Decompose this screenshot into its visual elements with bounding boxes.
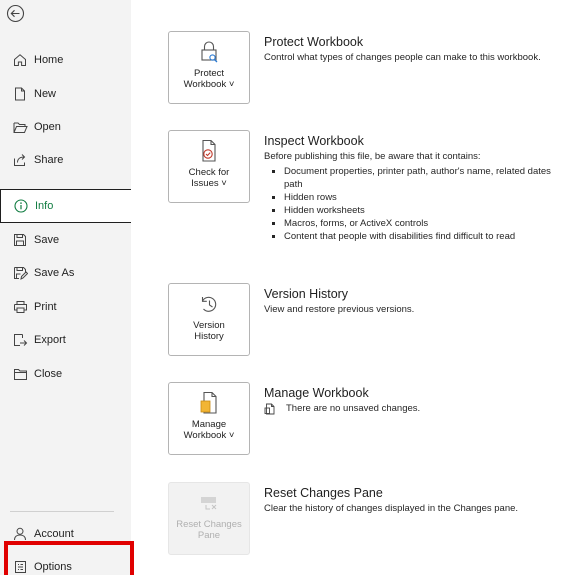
- section-description: View and restore previous versions.: [264, 304, 415, 315]
- backstage-sidebar: Home New Open Share Info Save Save As Pr…: [0, 0, 131, 575]
- tile-label: History: [194, 331, 224, 342]
- export-icon: [12, 332, 28, 348]
- section-title: Protect Workbook: [264, 35, 364, 49]
- back-arrow-icon: [6, 4, 25, 23]
- document-status-icon: [264, 403, 275, 415]
- back-button[interactable]: [6, 4, 25, 23]
- sidebar-item-label: Share: [34, 154, 64, 166]
- sidebar-item-label: Options: [34, 561, 72, 573]
- history-icon: [197, 291, 221, 317]
- list-item: Hidden rows: [264, 191, 563, 204]
- sidebar-item-label: Print: [34, 301, 57, 313]
- sidebar-item-label: Export: [34, 334, 66, 346]
- check-for-issues-button[interactable]: Check for Issues ˅: [168, 130, 250, 203]
- list-item: Macros, forms, or ActiveX controls: [264, 217, 563, 230]
- section-description: Control what types of changes people can…: [264, 52, 541, 63]
- sidebar-item-info[interactable]: Info: [0, 189, 131, 223]
- section-description: Clear the history of changes displayed i…: [264, 503, 519, 514]
- sidebar-item-label: Info: [35, 200, 54, 212]
- sidebar-item-label: New: [34, 88, 57, 100]
- options-icon: [12, 559, 28, 575]
- sidebar-item-label: Open: [34, 121, 61, 133]
- lock-icon: [197, 39, 221, 65]
- version-history-button[interactable]: Version History: [168, 283, 250, 356]
- info-icon: [13, 198, 29, 214]
- reset-pane-icon: [197, 490, 221, 516]
- tile-label: Pane: [197, 530, 221, 541]
- sidebar-item-account[interactable]: Account: [0, 517, 131, 551]
- sidebar-item-new[interactable]: New: [0, 77, 131, 111]
- list-item: Document properties, printer path, autho…: [264, 165, 563, 191]
- save-icon: [12, 232, 28, 248]
- sidebar-item-close[interactable]: Close: [0, 357, 131, 391]
- manage-workbook-text: Manage Workbook There are no unsaved cha…: [264, 386, 563, 415]
- folder-open-icon: [12, 119, 28, 135]
- sidebar-divider: [10, 511, 114, 512]
- section-title: Reset Changes Pane: [264, 486, 383, 500]
- person-icon: [12, 526, 28, 542]
- protect-workbook-button[interactable]: Protect Workbook ˅: [168, 31, 250, 104]
- tile-label: Manage: [191, 419, 227, 430]
- sidebar-item-label: Save: [34, 234, 60, 246]
- tile-label: Check for: [188, 167, 230, 178]
- section-title: Inspect Workbook: [264, 134, 364, 148]
- sidebar-item-label: Home: [34, 54, 64, 66]
- tile-label: Workbook ˅: [183, 79, 235, 90]
- sidebar-item-options[interactable]: Options: [0, 550, 131, 575]
- check-document-icon: [197, 138, 221, 164]
- section-description: Before publishing this file, be aware th…: [264, 151, 481, 162]
- sidebar-item-save-as[interactable]: Save As: [0, 256, 131, 290]
- manage-status-row: There are no unsaved changes.: [264, 403, 563, 415]
- manage-workbook-button[interactable]: Manage Workbook ˅: [168, 382, 250, 455]
- manage-document-icon: [197, 390, 221, 416]
- version-history-text: Version History View and restore previou…: [264, 287, 563, 316]
- sidebar-item-export[interactable]: Export: [0, 323, 131, 357]
- list-item: Hidden worksheets: [264, 204, 563, 217]
- section-description: There are no unsaved changes.: [286, 403, 421, 414]
- tile-label: Version: [193, 320, 225, 331]
- sidebar-item-save[interactable]: Save: [0, 223, 131, 257]
- share-icon: [12, 152, 28, 168]
- section-title: Version History: [264, 287, 349, 301]
- tile-label: Reset Changes: [176, 519, 242, 530]
- list-item: Content that people with disabilities fi…: [264, 230, 563, 243]
- sidebar-item-label: Close: [34, 368, 63, 380]
- sidebar-item-label: Save As: [34, 267, 75, 279]
- sidebar-item-share[interactable]: Share: [0, 143, 131, 177]
- sidebar-item-label: Account: [34, 528, 74, 540]
- reset-changes-pane-button[interactable]: Reset Changes Pane: [168, 482, 250, 555]
- printer-icon: [12, 299, 28, 315]
- tile-label: Workbook ˅: [183, 430, 235, 441]
- home-icon: [12, 52, 28, 68]
- inspect-bullet-list: Document properties, printer path, autho…: [264, 165, 563, 243]
- tile-label: Protect: [193, 68, 225, 79]
- section-title: Manage Workbook: [264, 386, 369, 400]
- reset-changes-text: Reset Changes Pane Clear the history of …: [264, 486, 563, 515]
- new-document-icon: [12, 86, 28, 102]
- inspect-workbook-text: Inspect Workbook Before publishing this …: [264, 134, 563, 243]
- save-as-icon: [12, 265, 28, 281]
- protect-workbook-text: Protect Workbook Control what types of c…: [264, 35, 563, 64]
- close-folder-icon: [12, 366, 28, 382]
- sidebar-item-home[interactable]: Home: [0, 43, 131, 77]
- sidebar-item-open[interactable]: Open: [0, 110, 131, 144]
- tile-label: Issues ˅: [191, 178, 227, 189]
- sidebar-item-print[interactable]: Print: [0, 290, 131, 324]
